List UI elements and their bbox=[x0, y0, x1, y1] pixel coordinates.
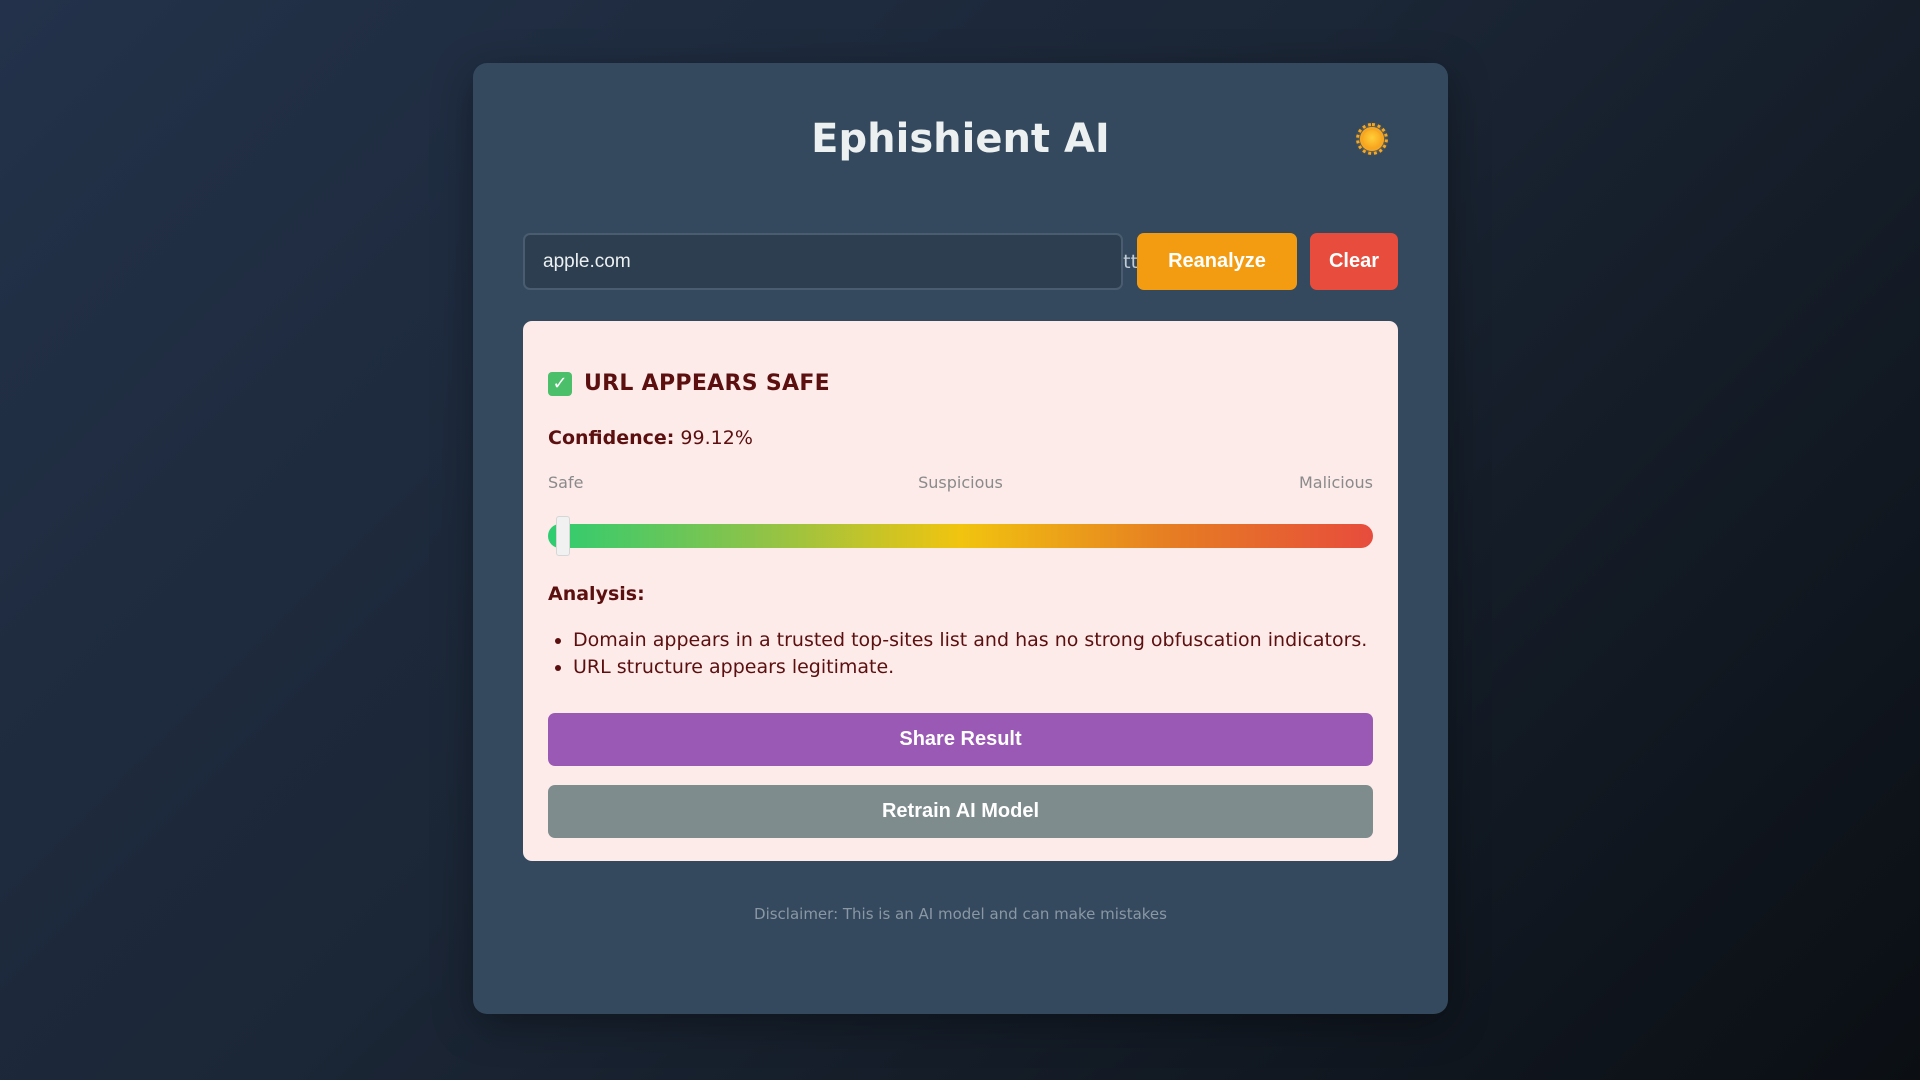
share-result-button[interactable]: Share Result bbox=[548, 713, 1373, 766]
confidence-label: Confidence: bbox=[548, 427, 675, 449]
reanalyze-button[interactable]: Reanalyze bbox=[1137, 233, 1297, 290]
gauge-indicator bbox=[555, 516, 570, 556]
check-icon: ✓ bbox=[548, 371, 572, 396]
gauge-label-suspicious: Suspicious bbox=[918, 473, 1003, 492]
risk-gauge bbox=[548, 516, 1373, 556]
disclaimer: Disclaimer: This is an AI model and can … bbox=[754, 905, 1167, 923]
analysis-item: URL structure appears legitimate. bbox=[573, 654, 1367, 681]
result-panel: ✓ URL APPEARS SAFE Confidence: 99.12% Sa… bbox=[523, 321, 1398, 861]
retrain-model-button[interactable]: Retrain AI Model bbox=[548, 785, 1373, 838]
confidence-value: 99.12% bbox=[680, 427, 753, 449]
verdict-row: ✓ URL APPEARS SAFE bbox=[548, 371, 830, 396]
app-title: Ephishient AI bbox=[811, 116, 1110, 162]
analysis-item: Domain appears in a trusted top-sites li… bbox=[573, 627, 1367, 654]
clear-button[interactable]: Clear bbox=[1310, 233, 1398, 290]
sun-icon bbox=[1356, 123, 1388, 155]
url-input[interactable] bbox=[523, 233, 1123, 290]
theme-toggle-button[interactable] bbox=[1353, 120, 1391, 158]
analysis-title: Analysis: bbox=[548, 583, 645, 605]
main-card: Ephishient AI Enter a URL to check if it… bbox=[473, 63, 1448, 1014]
analysis-list: Domain appears in a trusted top-sites li… bbox=[548, 627, 1367, 681]
gauge-label-malicious: Malicious bbox=[1298, 473, 1373, 492]
confidence-row: Confidence: 99.12% bbox=[548, 427, 753, 449]
gauge-label-safe: Safe bbox=[548, 473, 584, 492]
verdict-text: URL APPEARS SAFE bbox=[584, 371, 830, 396]
